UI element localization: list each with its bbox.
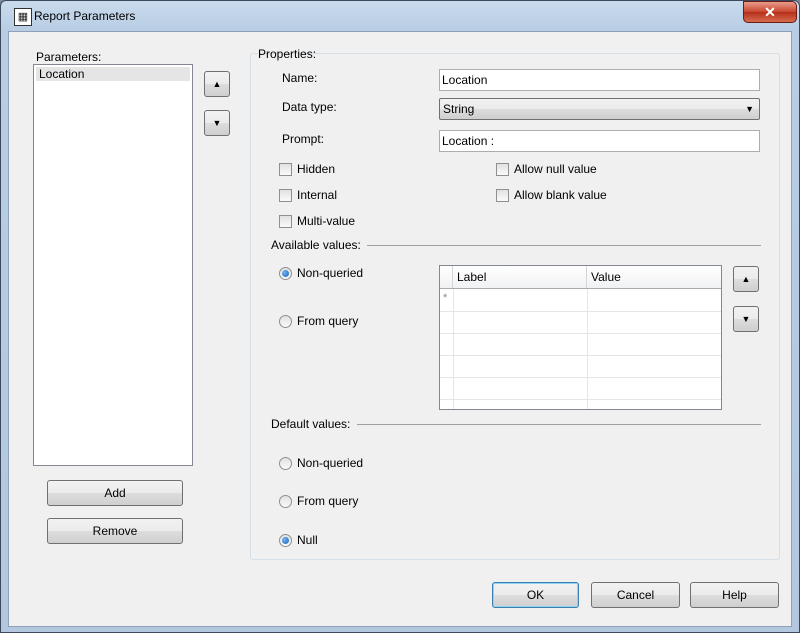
move-up-button[interactable]: ▲ [204, 71, 230, 97]
datatype-select[interactable]: String ▼ [439, 98, 760, 120]
default-null-label: Null [297, 533, 318, 547]
hidden-label: Hidden [297, 162, 336, 176]
close-button[interactable]: ✕ [743, 1, 797, 23]
available-values-label: Available values: [271, 238, 361, 252]
add-button[interactable]: Add [47, 480, 183, 506]
window-title: Report Parameters [34, 9, 136, 23]
datatype-value: String [443, 102, 475, 116]
default-null-radio[interactable] [279, 534, 292, 547]
new-row-marker: * [443, 292, 448, 304]
chevron-down-icon: ▼ [745, 104, 754, 114]
grid-divider [587, 289, 588, 409]
available-values-divider [367, 245, 761, 246]
grid-header-spacer [440, 266, 453, 288]
name-field[interactable]: Location [439, 69, 760, 91]
grid-header-label[interactable]: Label [453, 266, 587, 288]
hidden-checkbox[interactable] [279, 163, 292, 176]
internal-checkbox[interactable] [279, 189, 292, 202]
grid-header-value[interactable]: Value [587, 266, 721, 288]
prompt-field[interactable]: Location : [439, 130, 760, 152]
default-non-queried-radio[interactable] [279, 457, 292, 470]
move-down-button[interactable]: ▼ [204, 110, 230, 136]
prompt-label: Prompt: [282, 132, 325, 146]
allow-blank-checkbox[interactable] [496, 189, 509, 202]
available-from-query-radio[interactable] [279, 315, 292, 328]
table-row [440, 377, 721, 400]
name-label: Name: [282, 71, 318, 85]
arrow-up-icon: ▲ [212, 79, 222, 89]
arrow-down-icon: ▼ [741, 314, 751, 324]
internal-label: Internal [297, 188, 338, 202]
default-values-label: Default values: [271, 417, 351, 431]
datatype-label: Data type: [282, 100, 337, 114]
table-row [440, 311, 721, 334]
table-row [440, 355, 721, 378]
arrow-down-icon: ▼ [212, 118, 222, 128]
default-from-query-radio[interactable] [279, 495, 292, 508]
available-values-grid[interactable]: Label Value * [439, 265, 722, 410]
remove-button[interactable]: Remove [47, 518, 183, 544]
parameters-list[interactable]: Location [33, 64, 193, 466]
multi-value-label: Multi-value [297, 214, 356, 228]
default-from-query-label: From query [297, 494, 359, 508]
properties-label: Properties: [258, 47, 317, 61]
grid-divider [453, 289, 454, 409]
cancel-button[interactable]: Cancel [591, 582, 680, 608]
grid-move-up-button[interactable]: ▲ [733, 266, 759, 292]
ok-button[interactable]: OK [492, 582, 579, 608]
list-item[interactable]: Location [36, 67, 190, 81]
default-values-divider [357, 424, 761, 425]
table-row[interactable]: * [440, 289, 721, 312]
app-icon: ▦ [14, 8, 32, 26]
arrow-up-icon: ▲ [741, 274, 751, 284]
available-from-query-label: From query [297, 314, 359, 328]
available-non-queried-radio[interactable] [279, 267, 292, 280]
available-non-queried-label: Non-queried [297, 266, 364, 280]
allow-null-checkbox[interactable] [496, 163, 509, 176]
grid-move-down-button[interactable]: ▼ [733, 306, 759, 332]
default-non-queried-label: Non-queried [297, 456, 364, 470]
multi-value-checkbox[interactable] [279, 215, 292, 228]
grid-header: Label Value [440, 266, 721, 289]
table-row [440, 333, 721, 356]
allow-null-label: Allow null value [514, 162, 597, 176]
parameters-label: Parameters: [36, 50, 102, 64]
allow-blank-label: Allow blank value [514, 188, 607, 202]
help-button[interactable]: Help [690, 582, 779, 608]
